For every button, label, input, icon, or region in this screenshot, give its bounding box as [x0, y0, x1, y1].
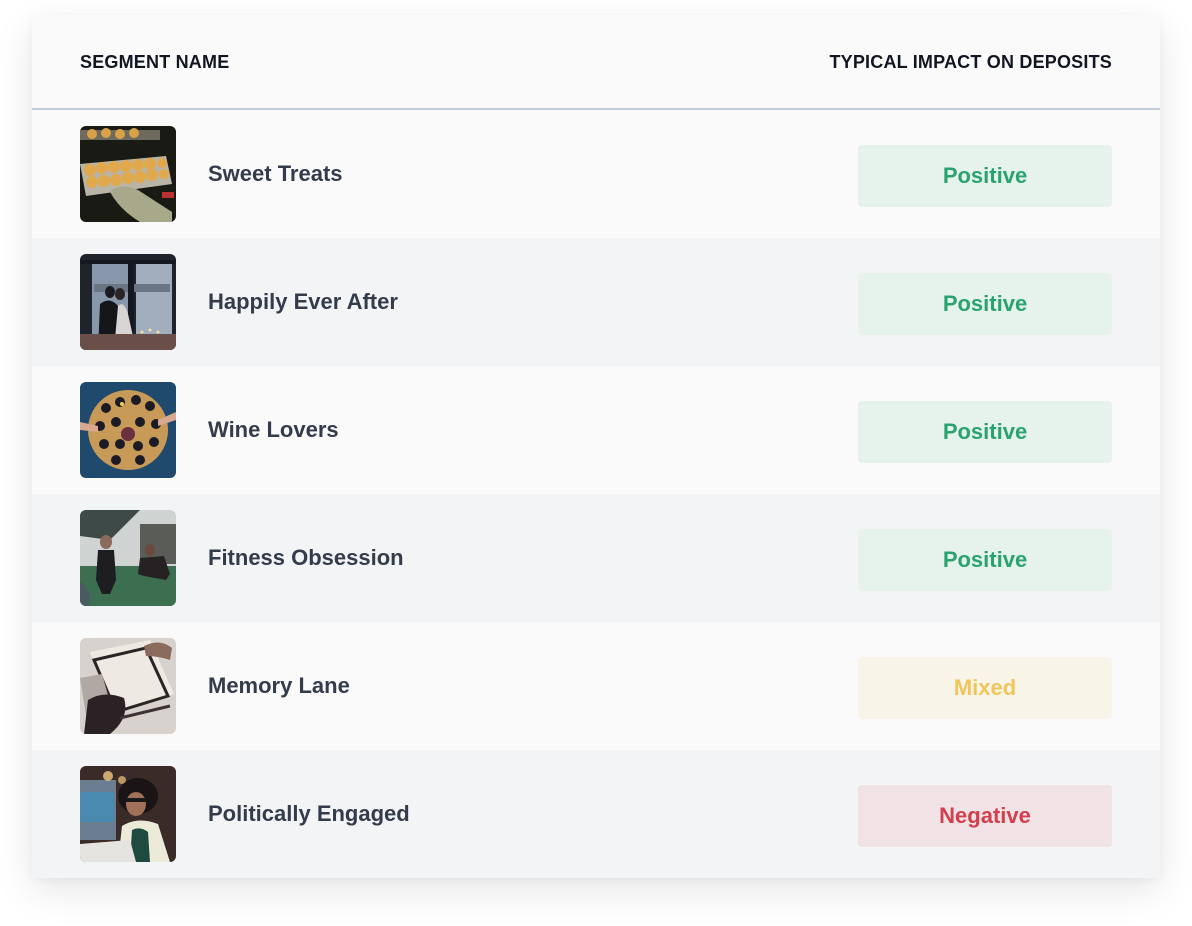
segment-image [80, 382, 176, 478]
wine-bottles-table-photo [80, 382, 176, 478]
table-row[interactable]: Fitness Obsession Positive [32, 494, 1160, 622]
photo-albums-photo [80, 638, 176, 734]
segment-image [80, 126, 176, 222]
segment-name: Politically Engaged [208, 801, 410, 826]
segment-name: Wine Lovers [208, 417, 339, 442]
segment-image [80, 766, 176, 862]
segment-name: Sweet Treats [208, 161, 343, 186]
segment-image [80, 510, 176, 606]
table-row[interactable]: Happily Ever After Positive [32, 238, 1160, 366]
impact-badge: Positive [858, 273, 1112, 335]
segments-table: SEGMENT NAME TYPICAL IMPACT ON DEPOSITS … [32, 15, 1160, 878]
column-header-impact: TYPICAL IMPACT ON DEPOSITS [829, 52, 1112, 72]
wedding-couple-photo [80, 254, 176, 350]
impact-badge: Positive [858, 529, 1112, 591]
woman-reading-newspaper-photo [80, 766, 176, 862]
segment-name: Happily Ever After [208, 289, 398, 314]
table-row[interactable]: Politically Engaged Negative [32, 750, 1160, 878]
segment-name: Memory Lane [208, 673, 350, 698]
segment-name: Fitness Obsession [208, 545, 404, 570]
table-row[interactable]: Sweet Treats Positive [32, 110, 1160, 238]
impact-badge: Positive [858, 145, 1112, 207]
table-row[interactable]: Wine Lovers Positive [32, 366, 1160, 494]
impact-badge: Mixed [858, 657, 1112, 719]
column-header-segment-name: SEGMENT NAME [80, 52, 230, 72]
table-header: SEGMENT NAME TYPICAL IMPACT ON DEPOSITS [32, 15, 1160, 110]
impact-badge: Negative [858, 785, 1112, 847]
table-row[interactable]: Memory Lane Mixed [32, 622, 1160, 750]
muffins-oven-photo [80, 126, 176, 222]
segment-image [80, 638, 176, 734]
impact-badge: Positive [858, 401, 1112, 463]
gym-workout-photo [80, 510, 176, 606]
segment-image [80, 254, 176, 350]
